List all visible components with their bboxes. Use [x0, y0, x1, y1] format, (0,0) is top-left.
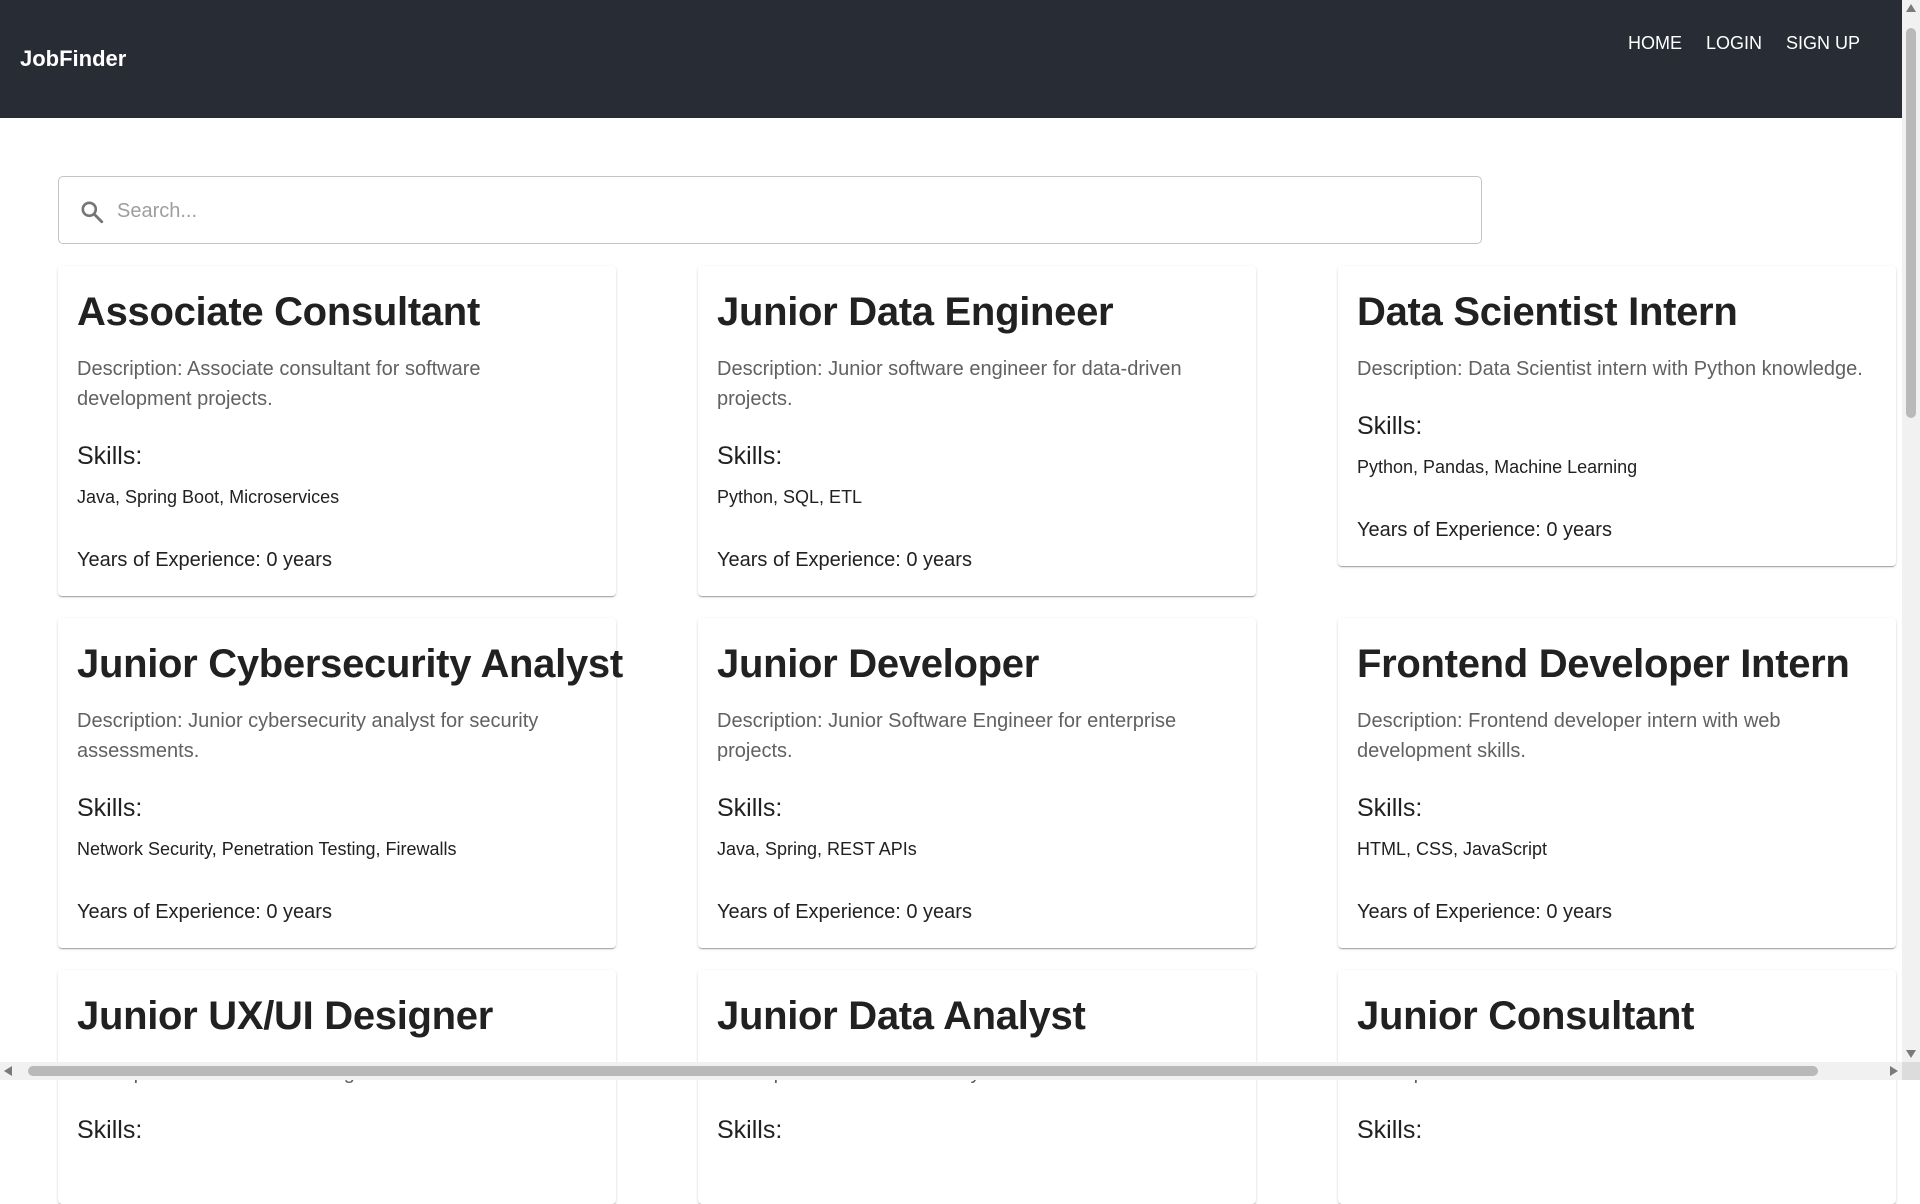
job-experience: Years of Experience: 0 years	[77, 549, 332, 571]
skills-heading: Skills:	[77, 1116, 143, 1144]
search-input[interactable]	[115, 177, 1469, 245]
vertical-scroll-thumb[interactable]	[1906, 28, 1916, 418]
skills-heading: Skills:	[1357, 1116, 1423, 1144]
horizontal-scroll-thumb[interactable]	[28, 1066, 1818, 1076]
job-description: Description: Frontend developer intern w…	[1357, 710, 1781, 762]
scrollbar-corner	[1902, 1062, 1920, 1080]
scroll-right-arrow-icon[interactable]	[1890, 1066, 1898, 1076]
scroll-up-arrow-icon[interactable]	[1906, 4, 1916, 12]
job-title: Junior UX/UI Designer	[77, 994, 494, 1038]
job-card[interactable]: Junior Cybersecurity Analyst Description…	[58, 618, 623, 948]
job-skills: Java, Spring Boot, Microservices	[77, 487, 340, 507]
job-title: Associate Consultant	[77, 290, 480, 334]
nav-login-link[interactable]: LOGIN	[1694, 30, 1774, 56]
vertical-scrollbar[interactable]	[1902, 0, 1920, 1062]
skills-heading: Skills:	[77, 442, 143, 470]
job-skills: Python, Pandas, Machine Learning	[1357, 457, 1638, 477]
job-card[interactable]: Junior Consultant Description: Junior co…	[1338, 970, 1896, 1204]
job-skills: Java, Spring, REST APIs	[717, 839, 917, 859]
job-card[interactable]: Junior Data Analyst Description: Junior …	[698, 970, 1256, 1204]
top-nav: HOME LOGIN SIGN UP	[1616, 30, 1872, 56]
search-box[interactable]	[58, 176, 1482, 245]
horizontal-scrollbar[interactable]	[0, 1062, 1902, 1080]
skills-heading: Skills:	[1357, 412, 1423, 440]
job-card[interactable]: Data Scientist Intern Description: Data …	[1338, 266, 1896, 566]
job-title: Junior Cybersecurity Analyst	[77, 642, 623, 686]
job-title: Frontend Developer Intern	[1357, 642, 1850, 686]
job-experience: Years of Experience: 0 years	[717, 549, 972, 571]
job-title: Junior Developer	[717, 642, 1039, 686]
job-description: Description: Data Scientist intern with …	[1357, 358, 1863, 380]
skills-heading: Skills:	[717, 1116, 783, 1144]
job-skills: HTML, CSS, JavaScript	[1357, 839, 1548, 859]
job-experience: Years of Experience: 0 years	[77, 901, 332, 923]
job-description: Description: Junior Software Engineer fo…	[717, 710, 1177, 762]
job-experience: Years of Experience: 0 years	[717, 901, 972, 923]
app-bar: JobFinder HOME LOGIN SIGN UP	[0, 0, 1902, 118]
job-skills: Python, SQL, ETL	[717, 487, 863, 507]
job-card[interactable]: Associate Consultant Description: Associ…	[58, 266, 616, 596]
job-description: Description: Junior cybersecurity analys…	[77, 710, 539, 762]
job-title: Junior Data Analyst	[717, 994, 1086, 1038]
scroll-left-arrow-icon[interactable]	[4, 1066, 12, 1076]
skills-heading: Skills:	[1357, 794, 1423, 822]
job-card[interactable]: Junior UX/UI Designer Description: Junio…	[58, 970, 616, 1204]
skills-heading: Skills:	[717, 794, 783, 822]
job-experience: Years of Experience: 0 years	[1357, 519, 1612, 541]
nav-home-link[interactable]: HOME	[1616, 30, 1694, 56]
skills-heading: Skills:	[77, 794, 143, 822]
job-description: Description: Associate consultant for so…	[77, 358, 481, 410]
job-skills: Network Security, Penetration Testing, F…	[77, 839, 457, 859]
brand-logo[interactable]: JobFinder	[20, 46, 126, 72]
job-description: Description: Junior software engineer fo…	[717, 358, 1182, 410]
job-title: Junior Data Engineer	[717, 290, 1114, 334]
job-experience: Years of Experience: 0 years	[1357, 901, 1612, 923]
job-card[interactable]: Junior Developer Description: Junior Sof…	[698, 618, 1256, 948]
job-title: Data Scientist Intern	[1357, 290, 1738, 334]
nav-signup-link[interactable]: SIGN UP	[1774, 30, 1872, 56]
scroll-down-arrow-icon[interactable]	[1906, 1050, 1916, 1058]
job-title: Junior Consultant	[1357, 994, 1695, 1038]
skills-heading: Skills:	[717, 442, 783, 470]
job-card[interactable]: Junior Data Engineer Description: Junior…	[698, 266, 1256, 596]
search-icon	[81, 201, 104, 224]
job-card[interactable]: Frontend Developer Intern Description: F…	[1338, 618, 1896, 948]
